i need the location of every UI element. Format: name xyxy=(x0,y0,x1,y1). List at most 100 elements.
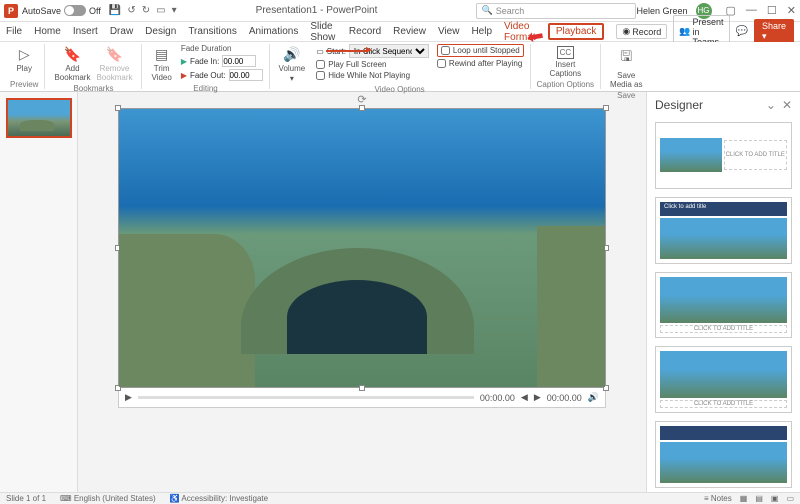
bookmark-add-icon: 🔖 xyxy=(64,46,81,63)
tab-record[interactable]: Record xyxy=(349,26,381,37)
group-save-label: Save xyxy=(607,91,645,100)
video-scenery xyxy=(119,234,255,387)
trim-video-button[interactable]: ▤Trim Video xyxy=(148,44,174,84)
share-button[interactable]: Share ▾ xyxy=(754,19,794,44)
tab-help[interactable]: Help xyxy=(471,26,492,37)
tab-transitions[interactable]: Transitions xyxy=(188,26,237,37)
bookmark-remove-icon: 🔖 xyxy=(106,46,123,63)
hide-not-playing-checkbox[interactable]: Hide While Not Playing xyxy=(316,71,429,80)
player-time-current: 00:00.00 xyxy=(480,393,515,403)
annotation-arrow-icon xyxy=(326,50,366,52)
fade-in-icon: ▶ xyxy=(181,57,187,66)
close-pane-icon[interactable]: ✕ xyxy=(782,98,792,112)
player-prev-frame-icon[interactable]: ◀ xyxy=(521,392,528,403)
fade-in-input[interactable] xyxy=(222,55,256,67)
remove-bookmark-button: 🔖Remove Bookmark xyxy=(93,44,135,84)
volume-button[interactable]: 🔊Volume▾ xyxy=(276,44,309,85)
autosave-state: Off xyxy=(89,6,101,16)
resize-handle[interactable] xyxy=(359,105,365,111)
chevron-down-icon[interactable]: ⌄ xyxy=(766,98,776,112)
tab-design[interactable]: Design xyxy=(145,26,176,37)
group-video-options-label: Video Options xyxy=(276,85,524,94)
captions-icon: CC xyxy=(557,46,575,59)
play-button[interactable]: ▷Play xyxy=(10,44,38,75)
tab-file[interactable]: File xyxy=(6,26,22,37)
toggle-icon[interactable] xyxy=(64,5,86,16)
document-title: Presentation1 - PowerPoint xyxy=(177,5,457,16)
loop-until-stopped-checkbox[interactable]: Loop until Stopped xyxy=(437,44,524,57)
design-idea-4[interactable]: CLICK TO ADD TITLE xyxy=(655,346,792,413)
ribbon: ▷Play Preview 🔖Add Bookmark 🔖Remove Book… xyxy=(0,42,800,92)
start-show-icon[interactable]: ▭ xyxy=(156,5,165,16)
autosave-label: AutoSave xyxy=(22,6,61,16)
status-bar: Slide 1 of 1 ⌨ English (United States) ♿… xyxy=(0,492,800,504)
group-preview-label: Preview xyxy=(10,80,38,89)
tab-draw[interactable]: Draw xyxy=(110,26,133,37)
status-language[interactable]: ⌨ English (United States) xyxy=(60,494,156,503)
group-bookmarks-label: Bookmarks xyxy=(51,84,135,93)
design-idea-3[interactable]: CLICK TO ADD TITLE xyxy=(655,272,792,339)
designer-pane: Designer ⌄ ✕ CLICK TO ADD TITLE Click to … xyxy=(646,92,800,492)
video-scenery xyxy=(241,248,474,354)
tab-insert[interactable]: Insert xyxy=(73,26,98,37)
group-caption-label: Caption Options xyxy=(537,80,594,89)
resize-handle[interactable] xyxy=(603,105,609,111)
player-next-frame-icon[interactable]: ▶ xyxy=(534,392,541,403)
tab-view[interactable]: View xyxy=(438,26,460,37)
tab-home[interactable]: Home xyxy=(34,26,61,37)
add-bookmark-button[interactable]: 🔖Add Bookmark xyxy=(51,44,93,84)
player-timeline[interactable] xyxy=(138,396,474,399)
player-volume-icon[interactable]: 🔊 xyxy=(588,392,599,403)
view-sorter-icon[interactable]: ▤ xyxy=(755,494,763,503)
view-slideshow-icon[interactable]: ▭ xyxy=(786,494,794,503)
tab-slideshow[interactable]: Slide Show xyxy=(310,21,337,43)
designer-title: Designer xyxy=(655,98,703,112)
autosave-toggle[interactable]: AutoSave Off xyxy=(22,5,101,16)
play-full-screen-checkbox[interactable]: Play Full Screen xyxy=(316,60,429,69)
status-accessibility[interactable]: ♿ Accessibility: Investigate xyxy=(170,494,268,503)
resize-handle[interactable] xyxy=(115,105,121,111)
insert-captions-button[interactable]: CCInsert Captions xyxy=(537,44,594,80)
menu-bar: File Home Insert Draw Design Transitions… xyxy=(0,22,800,42)
trim-icon: ▤ xyxy=(155,46,168,63)
tab-playback[interactable]: Playback xyxy=(548,23,605,40)
comments-icon[interactable]: 💬 xyxy=(736,26,748,37)
fade-duration-label: Fade Duration xyxy=(181,44,263,53)
video-object[interactable]: ⟳ xyxy=(118,108,606,388)
view-normal-icon[interactable]: ▦ xyxy=(740,494,748,503)
video-player-bar: ▶ 00:00.00 ◀ ▶ 00:00.00 🔊 xyxy=(118,388,606,408)
redo-icon[interactable]: ↻ xyxy=(142,5,150,16)
search-input[interactable]: 🔍 Search xyxy=(476,3,636,19)
group-editing-label: Editing xyxy=(148,84,262,93)
save-media-icon: 🖫 xyxy=(620,46,632,70)
slide-canvas: ⟳ ▶ 00:00.00 ◀ ▶ 00:00.00 🔊 xyxy=(78,92,646,492)
tab-video-format[interactable]: Video Format xyxy=(504,21,536,43)
tab-review[interactable]: Review xyxy=(393,26,426,37)
undo-icon[interactable]: ↺ xyxy=(127,5,135,16)
slide-thumbnail-1[interactable] xyxy=(6,98,72,138)
rewind-after-playing-checkbox[interactable]: Rewind after Playing xyxy=(437,59,524,68)
design-idea-2[interactable]: Click to add title xyxy=(655,197,792,264)
video-scenery xyxy=(537,226,605,387)
tab-animations[interactable]: Animations xyxy=(249,26,298,37)
fade-out-icon: ▶ xyxy=(181,71,187,80)
resize-handle[interactable] xyxy=(359,385,365,391)
fade-in-label: Fade In: xyxy=(190,57,219,66)
save-icon[interactable]: 💾 xyxy=(109,5,121,16)
search-icon: 🔍 xyxy=(481,5,492,16)
fade-out-input[interactable] xyxy=(229,69,263,81)
play-icon: ▷ xyxy=(19,46,30,63)
app-icon: P xyxy=(4,4,18,18)
player-play-icon[interactable]: ▶ xyxy=(125,392,132,403)
chevron-down-icon: ▾ xyxy=(290,74,294,83)
view-reading-icon[interactable]: ▣ xyxy=(771,494,779,503)
record-button[interactable]: ◉ Record xyxy=(616,24,667,39)
start-icon: ▭ xyxy=(316,47,324,56)
notes-toggle[interactable]: ≡ Notes xyxy=(704,494,732,503)
fade-out-label: Fade Out: xyxy=(190,71,226,80)
status-slide-count[interactable]: Slide 1 of 1 xyxy=(6,494,46,503)
save-media-button[interactable]: 🖫Save Media as xyxy=(607,44,645,91)
slide-thumbnail-panel xyxy=(0,92,78,492)
design-idea-5[interactable] xyxy=(655,421,792,488)
design-idea-1[interactable]: CLICK TO ADD TITLE xyxy=(655,122,792,189)
